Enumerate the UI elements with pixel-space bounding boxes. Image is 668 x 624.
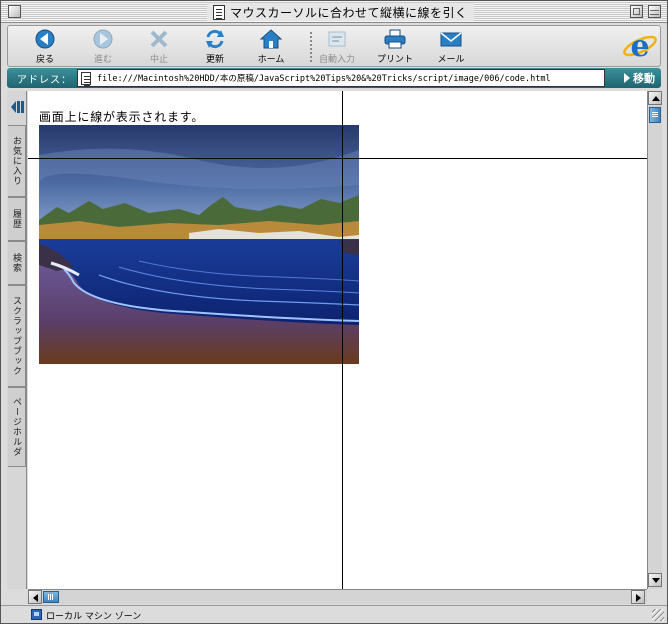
svg-text:e: e [630,29,649,64]
collapse-box[interactable] [648,5,661,18]
tab-scrapbook-label: スクラップブック [11,296,21,376]
back-button[interactable]: 戻る [22,28,68,66]
toolbar: 戻る 進む 中止 更新 ホーム 自動入力 プリント メール [7,25,661,67]
tab-favorites-label: お気に入り [11,136,21,186]
tab-search[interactable]: 検索 [8,241,26,285]
scroll-down-button[interactable] [648,573,662,587]
scroll-up-button[interactable] [648,91,662,105]
window-title: マウスカーソルに合わせて縦横に線を引く [230,5,468,20]
back-label: 戻る [35,55,54,65]
autofill-icon [325,28,349,50]
vertical-scroll-thumb[interactable] [649,107,661,123]
home-icon [259,28,283,50]
page-content[interactable]: 画面上に線が表示されます。 [28,91,647,589]
stop-label: 中止 [149,55,168,65]
local-machine-zone-icon [31,609,42,620]
vertical-scrollbar[interactable] [647,91,662,589]
go-label: 移動 [633,72,655,85]
tab-history[interactable]: 履歴 [8,197,26,241]
go-button[interactable]: 移動 [624,70,655,86]
refresh-label: 更新 [205,55,224,65]
home-button[interactable]: ホーム [248,28,294,66]
forward-button[interactable]: 進む [80,28,126,66]
mail-icon [439,28,463,50]
horizontal-scroll-thumb[interactable] [43,591,59,603]
explorer-bar: お気に入り 履歴 検索 スクラップブック ページホルダ [7,91,27,589]
page-document-icon [81,71,91,85]
refresh-button[interactable]: 更新 [192,28,238,66]
status-bar: ローカル マシン ゾーン [1,605,667,623]
horizontal-scrollbar[interactable] [28,589,647,604]
page-message: 画面上に線が表示されます。 [39,110,205,124]
printer-icon [383,28,407,50]
address-bar: アドレス： file:///Macintosh%20HDD/本の原稿/JavaS… [7,68,661,88]
mail-button[interactable]: メール [428,28,474,66]
scroll-left-button[interactable] [28,590,42,604]
tab-favorites[interactable]: お気に入り [8,125,26,197]
autofill-label: 自動入力 [318,55,355,65]
tab-page-holder-label: ページホルダ [11,397,21,457]
title-bar[interactable]: マウスカーソルに合わせて縦横に線を引く [1,1,667,23]
address-field[interactable]: file:///Macintosh%20HDD/本の原稿/JavaScript%… [77,69,605,87]
zoom-box[interactable] [630,5,643,18]
stop-x-icon [147,28,171,50]
resize-grip-icon[interactable] [652,609,664,621]
browser-window: マウスカーソルに合わせて縦横に線を引く 戻る 進む 中止 更新 ホーム 自動入力… [0,0,668,624]
address-url[interactable]: file:///Macintosh%20HDD/本の原稿/JavaScript%… [97,72,551,84]
title-area: マウスカーソルに合わせて縦横に線を引く [207,3,474,21]
document-icon [213,4,225,20]
print-label: プリント [376,55,413,65]
horizontal-cursor-line [28,158,647,159]
tab-history-label: 履歴 [11,209,21,229]
back-arrow-icon [33,28,57,50]
autofill-button[interactable]: 自動入力 [314,28,360,66]
print-button[interactable]: プリント [372,28,418,66]
forward-label: 進む [93,55,112,65]
close-box[interactable] [8,5,21,18]
address-label: アドレス： [17,75,72,86]
internet-explorer-logo-icon[interactable]: e [621,28,659,64]
scroll-right-button[interactable] [631,590,645,604]
go-arrow-icon [624,73,630,83]
refresh-icon [203,28,227,50]
stop-button[interactable]: 中止 [136,28,182,66]
zone-text: ローカル マシン ゾーン [46,612,142,622]
tab-scrapbook[interactable]: スクラップブック [8,285,26,387]
forward-arrow-icon [91,28,115,50]
vertical-cursor-line [342,91,343,589]
mail-label: メール [437,55,465,65]
tab-search-label: 検索 [11,253,21,273]
explorer-bar-toggle-icon[interactable] [7,101,27,117]
home-label: ホーム [257,55,285,65]
landscape-photo [39,125,359,364]
tab-page-holder[interactable]: ページホルダ [8,387,26,467]
toolbar-separator [310,32,312,62]
